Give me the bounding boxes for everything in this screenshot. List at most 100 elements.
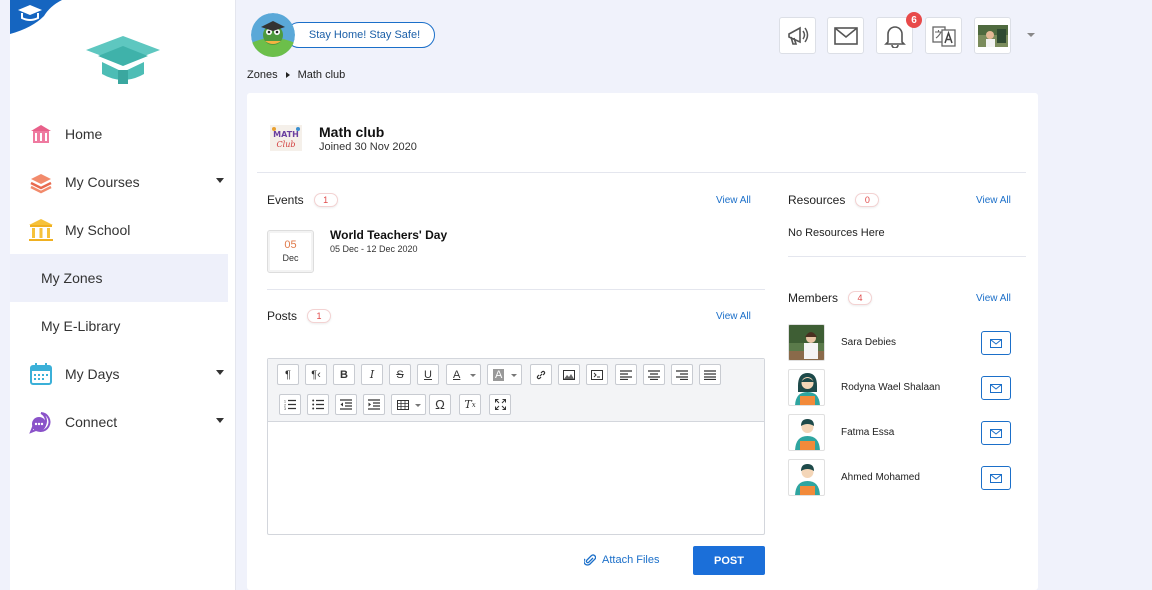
member-item[interactable]: Ahmed Mohamed [788,459,1018,497]
special-character-icon[interactable]: Ω [429,394,451,415]
sidebar: Home My Courses My School My Zones My E-… [10,0,236,590]
member-avatar [788,324,825,361]
mail-icon [990,383,1002,393]
indent-icon[interactable] [363,394,385,415]
message-member-button[interactable] [981,421,1011,445]
club-logo-icon: MATH Club [270,125,302,151]
sidebar-item-my-school[interactable]: My School [10,206,228,254]
sidebar-item-label: My Zones [41,270,103,286]
sidebar-item-label: My Days [65,366,120,382]
member-item[interactable]: Sara Debies [788,324,1018,362]
member-avatar [788,414,825,451]
mail-icon [990,338,1002,348]
italic-icon[interactable]: I [361,364,383,385]
connect-icon [28,409,54,435]
svg-text:MATH: MATH [273,130,299,139]
media-embed-icon[interactable] [586,364,608,385]
background-color-icon[interactable]: A [487,364,522,385]
language-button[interactable] [925,17,962,54]
strikethrough-icon[interactable]: S [389,364,411,385]
text-color-icon[interactable]: A [446,364,481,385]
resources-view-all-link[interactable]: View All [976,195,1011,206]
user-menu-button[interactable] [974,17,1011,54]
event-month: Dec [282,253,299,263]
home-icon [28,121,54,147]
bell-icon [883,25,906,48]
books-icon [28,169,54,195]
outdent-icon[interactable] [335,394,357,415]
ltr-icon[interactable]: ¶ [277,364,299,385]
school-logo-icon [86,36,160,84]
table-icon[interactable] [391,394,426,415]
chevron-down-icon[interactable] [216,418,224,423]
underline-icon[interactable]: U [417,364,439,385]
resources-count-badge: 0 [855,193,880,207]
stay-home-button[interactable]: Stay Home! Stay Safe! [286,22,435,48]
event-date-range: 05 Dec - 12 Dec 2020 [330,244,418,254]
editor-content-area[interactable] [268,422,764,535]
events-view-all-link[interactable]: View All [716,195,751,206]
bold-icon[interactable]: B [333,364,355,385]
message-member-button[interactable] [981,376,1011,400]
post-editor: ¶ ¶‹ B I S U A A 123 Ω Tx [267,358,765,535]
sidebar-item-label: My E-Library [41,318,121,334]
member-name: Ahmed Mohamed [841,472,920,483]
event-title[interactable]: World Teachers' Day [330,228,447,242]
align-justify-icon[interactable] [699,364,721,385]
chevron-down-icon[interactable] [216,370,224,375]
user-avatar [977,24,1008,47]
sidebar-item-my-zones[interactable]: My Zones [10,254,228,302]
divider [788,256,1026,257]
attach-files-link[interactable]: Attach Files [584,553,659,567]
sidebar-item-my-courses[interactable]: My Courses [10,158,228,206]
events-header: Events 1 [267,193,338,207]
zone-card: MATH Club Math club Joined 30 Nov 2020 E… [247,93,1038,590]
svg-text:Club: Club [277,140,296,149]
align-left-icon[interactable] [615,364,637,385]
messages-button[interactable] [827,17,864,54]
events-count-badge: 1 [313,193,338,207]
resources-header: Resources 0 [788,193,880,207]
posts-header: Posts 1 [267,309,332,323]
breadcrumb: Zones Math club [247,69,345,81]
svg-text:3: 3 [284,407,286,410]
message-member-button[interactable] [981,331,1011,355]
announcement-button[interactable] [779,17,816,54]
rtl-icon[interactable]: ¶‹ [305,364,327,385]
posts-view-all-link[interactable]: View All [716,311,751,322]
sidebar-item-home[interactable]: Home [10,110,228,158]
translate-icon [931,25,956,47]
chevron-down-icon[interactable] [216,178,224,183]
stay-home-label: Stay Home! Stay Safe! [308,29,421,41]
member-item[interactable]: Rodyna Wael Shalaan [788,369,1018,407]
bulleted-list-icon[interactable] [307,394,329,415]
member-item[interactable]: Fatma Essa [788,414,1018,452]
image-icon[interactable] [558,364,580,385]
align-right-icon[interactable] [671,364,693,385]
notification-count-badge: 6 [906,12,922,28]
divider [257,172,1026,173]
sidebar-item-label: My School [65,222,131,238]
sidebar-item-connect[interactable]: Connect [10,398,228,446]
attach-files-label: Attach Files [602,554,660,566]
posts-title: Posts [267,309,298,323]
member-name: Rodyna Wael Shalaan [841,382,941,393]
chevron-down-icon[interactable] [1027,33,1035,37]
sidebar-item-label: Home [65,126,103,142]
sidebar-item-my-e-library[interactable]: My E-Library [10,302,228,350]
link-icon[interactable] [530,364,552,385]
mascot-avatar[interactable] [251,13,295,57]
breadcrumb-zones[interactable]: Zones [247,69,278,81]
no-resources-message: No Resources Here [788,227,885,239]
align-center-icon[interactable] [643,364,665,385]
members-view-all-link[interactable]: View All [976,293,1011,304]
posts-count-badge: 1 [307,309,332,323]
clear-formatting-icon[interactable]: Tx [459,394,481,415]
message-member-button[interactable] [981,466,1011,490]
maximize-icon[interactable] [489,394,511,415]
sidebar-item-my-days[interactable]: My Days [10,350,228,398]
corner-logo-icon[interactable] [10,0,62,34]
numbered-list-icon[interactable]: 123 [279,394,301,415]
editor-toolbar: ¶ ¶‹ B I S U A A 123 Ω Tx [268,359,764,422]
post-button[interactable]: POST [693,546,765,575]
